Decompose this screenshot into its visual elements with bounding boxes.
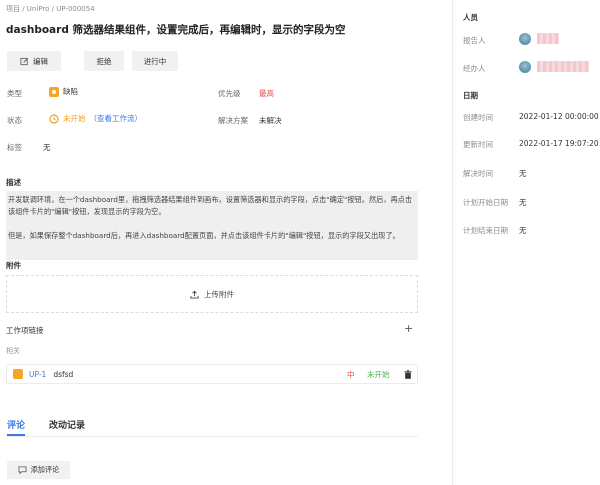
assignee-avatar[interactable] [519,61,531,73]
resolved-value: 无 [519,169,527,178]
work-item-links-title: 工作项链接 [6,326,44,335]
linked-item-id[interactable]: UP-1 [29,370,46,379]
comment-icon [18,466,27,474]
linked-item-title: dsfsd [53,369,74,379]
resolved-label: 解决时间 [463,169,493,178]
created-value: 2022-01-12 00:00:00 [519,112,599,121]
priority-value[interactable]: 最高 [259,88,274,99]
linked-item-status: 未开始 [367,369,390,379]
edit-button-label: 编辑 [33,56,48,66]
page-title: dashboard 筛选器结果组件，设置完成后，再编辑时，显示的字段为空 [6,24,346,36]
plan-start-value[interactable]: 无 [519,197,527,208]
type-value[interactable]: 缺陷 [49,86,78,97]
people-section-title: 人员 [463,13,478,22]
plan-end-label: 计划结束日期 [463,226,508,235]
bug-icon [13,369,23,379]
upload-attachment-area[interactable]: 上传附件 [6,275,418,313]
upload-icon [190,290,199,299]
reject-button[interactable]: 拒绝 [84,51,124,71]
description-paragraph: 开发联调环境，在一个dashboard里，拖拽筛选器结果组件到画布，设置筛选器和… [8,195,413,216]
reject-button-label: 拒绝 [96,56,112,66]
edit-icon [20,57,29,65]
tab-history[interactable]: 改动记录 [49,418,85,431]
created-label: 创建时间 [463,113,493,122]
reporter-label: 报告人 [463,36,486,45]
status-value[interactable]: 未开始 （查看工作流） [49,113,142,124]
reporter-name-redacted [537,33,559,44]
tabs-divider [6,436,418,437]
add-comment-button[interactable]: 添加评论 [7,461,70,479]
description-paragraph: 但是，如果保存整个dashboard后，再进入dashboard配置页面，并点击… [8,231,400,240]
type-label: 类型 [7,89,22,98]
in-progress-button-label: 进行中 [143,56,167,66]
tags-label: 标签 [7,143,22,152]
assignee-name-redacted [537,61,589,72]
assignee-label: 经办人 [463,64,486,73]
table-row[interactable]: UP-1 dsfsd 中 未开始 [6,364,418,384]
updated-value: 2022-01-17 19:07:20 [519,139,599,148]
reporter-avatar[interactable] [519,33,531,45]
status-value-text: 未开始 [63,114,86,123]
tab-comments[interactable]: 评论 [7,418,25,431]
clock-icon [49,113,59,124]
status-label: 状态 [7,116,22,125]
tags-value[interactable]: 无 [43,142,51,153]
view-workflow-link[interactable]: （查看工作流） [90,113,143,124]
plan-start-label: 计划开始日期 [463,198,508,207]
plan-end-value[interactable]: 无 [519,225,527,236]
bug-icon [49,86,59,97]
active-tab-indicator [7,434,25,436]
trash-icon[interactable] [404,370,412,379]
related-label: 相关 [6,347,20,355]
breadcrumb[interactable]: 项目 / UniPro / UP-000054 [6,4,95,14]
issue-main-panel: 项目 / UniPro / UP-000054 dashboard 筛选器结果组… [0,0,452,485]
priority-label: 优先级 [218,89,241,98]
updated-label: 更新时间 [463,140,493,149]
in-progress-button[interactable]: 进行中 [132,51,178,71]
resolution-value[interactable]: 未解决 [259,115,282,126]
resolution-label: 解决方案 [218,116,248,125]
plus-icon[interactable]: + [404,322,413,335]
edit-button[interactable]: 编辑 [7,51,61,71]
add-comment-label: 添加评论 [30,465,60,474]
description-title: 描述 [6,178,21,187]
upload-attachment-label: 上传附件 [204,289,234,299]
details-sidebar: 人员 报告人 经办人 日期 创建时间 2022-01-12 00:00:00 更… [452,0,600,485]
linked-item-priority: 中 [347,369,355,379]
dates-section-title: 日期 [463,91,478,100]
type-value-text: 缺陷 [63,87,78,96]
attachments-title: 附件 [6,261,21,270]
description-box[interactable]: 开发联调环境，在一个dashboard里，拖拽筛选器结果组件到画布，设置筛选器和… [6,191,418,260]
